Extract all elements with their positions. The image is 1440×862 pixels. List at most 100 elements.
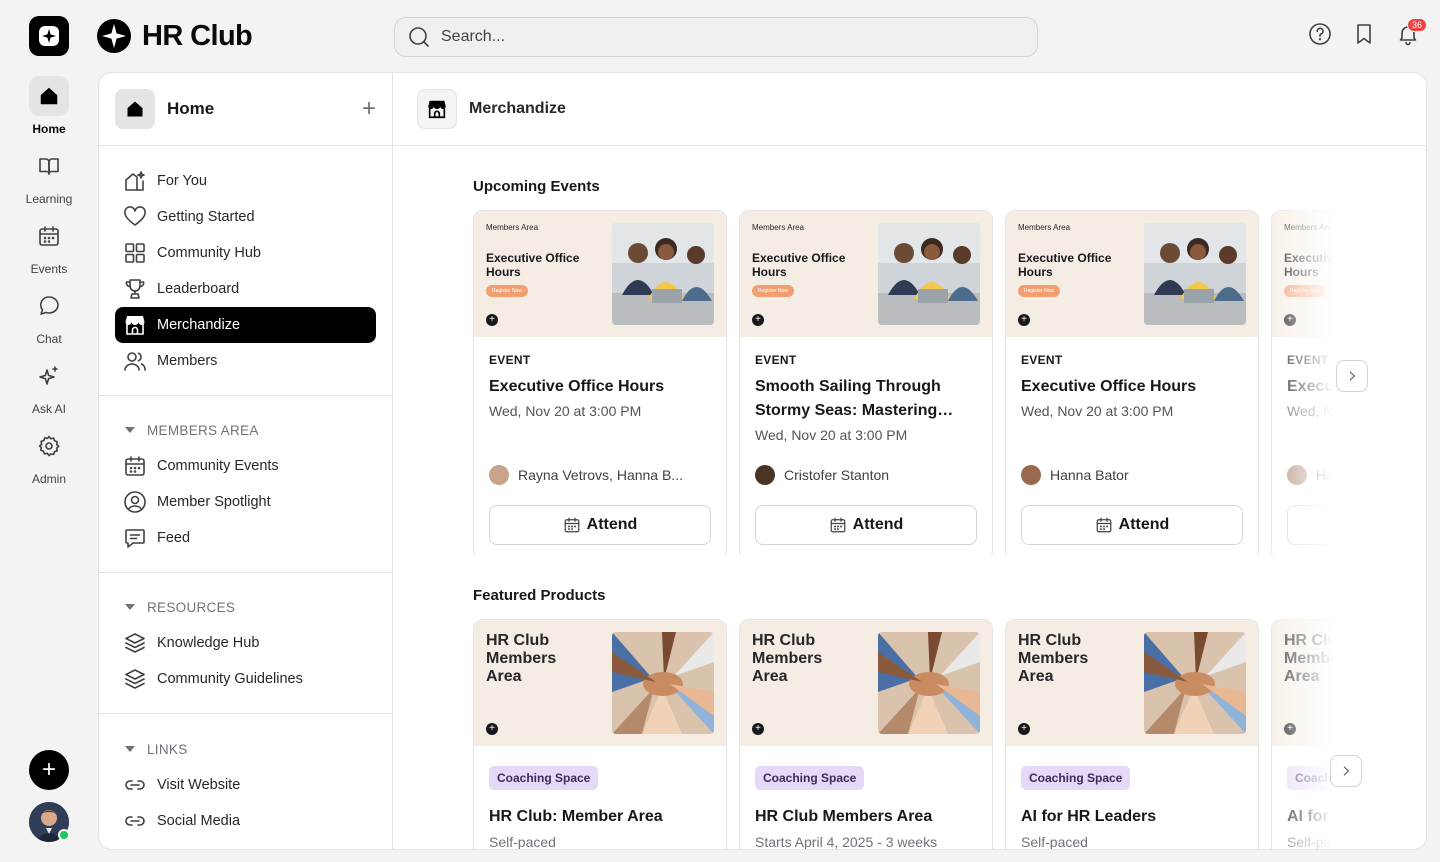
event-card[interactable]: Members Area Executive Office Hours Regist… [473,210,727,555]
event-title[interactable]: Smooth Sailing Through Stormy Seas: Mast… [755,375,977,423]
plus-icon: + [486,314,498,326]
rail-item-events[interactable]: Events [0,216,98,276]
sidebar-item-members[interactable]: Members [115,343,376,379]
host-avatar [489,465,509,485]
product-subtitle: Starts April 4, 2025 - 3 weeks [755,834,938,850]
products-next-button[interactable] [1330,755,1362,787]
event-title[interactable]: Executive Office Hours [489,375,711,399]
sparkle-home-icon [125,171,145,191]
app-logo[interactable] [29,16,69,56]
event-hosts: Hanna Bator [1021,465,1243,485]
sidebar-item-knowledge-hub[interactable]: Knowledge Hub [115,625,376,661]
rail-item-chat[interactable]: Chat [0,286,98,346]
product-card[interactable]: HR Club Members Area+Coaching SpaceAI fo… [1271,619,1347,850]
help-icon [1309,23,1331,45]
banner-photo [612,223,714,325]
sidebar-item-merchandize[interactable]: Merchandize [115,307,376,343]
attend-button[interactable]: Attend [1287,505,1347,545]
banner-title: Executive Office Hours [1018,251,1112,279]
events-next-button[interactable] [1336,360,1368,392]
link-icon [125,780,145,790]
product-name[interactable]: AI for HR Leaders [1287,808,1347,826]
message-icon [125,529,145,548]
event-body: EVENT Executive Office Hours Wed, Nov 20 a… [474,337,726,555]
product-name[interactable]: HR Club: Member Area [489,808,711,826]
plus-icon: + [1284,723,1296,735]
sidebar-item-community-events[interactable]: Community Events [115,448,376,484]
banner-label: Members Area [1018,223,1071,232]
event-type: EVENT [755,353,797,367]
sidebar-item-label: Merchandize [157,317,241,333]
plus-icon: + [41,756,56,783]
rail-label: Chat [36,332,62,346]
product-tag: Coaching Space [755,766,865,790]
sidebar-header: Home + [99,73,392,146]
create-button[interactable]: + [29,750,69,790]
bookmark-icon [1357,24,1371,44]
plus-icon: + [1018,723,1030,735]
product-name[interactable]: AI for HR Leaders [1021,808,1243,826]
sidebar-item-for-you[interactable]: For You [115,163,376,199]
attend-button[interactable]: Attend [1021,505,1243,545]
event-date: Wed, Nov 20 at 3:00 PM [755,427,908,443]
banner-photo [878,632,980,734]
meeting-photo [612,223,714,325]
attend-button[interactable]: Attend [489,505,711,545]
bookmarks-button[interactable] [1352,22,1376,46]
plus-icon: + [486,723,498,735]
search-bar[interactable] [394,17,1038,57]
sidebar-item-member-spotlight[interactable]: Member Spotlight [115,484,376,520]
sidebar-item-label: Community Hub [157,245,261,261]
rail-item-admin[interactable]: Admin [0,426,98,486]
group-toggle[interactable]: RESOURCES [115,589,376,625]
banner-label: Members Area [486,223,539,232]
sidebar-item-community-hub[interactable]: Community Hub [115,235,376,271]
attend-label: Attend [586,516,638,533]
rail-item-home[interactable]: Home [0,76,98,136]
sidebar-item-feed[interactable]: Feed [115,520,376,556]
rail-label: Home [32,122,66,136]
event-hosts: Hanna Bator [1287,465,1347,485]
group-toggle[interactable]: LINKS [115,731,376,767]
group-title: LINKS [147,741,188,757]
notifications-button[interactable]: 36 [1396,18,1427,46]
banner-label: Members Area [1284,223,1337,232]
rail-item-ask-ai[interactable]: Ask AI [0,356,98,416]
event-banner: Members Area Executive Office Hours Regist… [1006,211,1258,337]
banner-title: HR Club Members Area [1284,632,1347,685]
sidebar-group-resources: RESOURCES Knowledge Hub Community Guidel… [99,573,392,714]
layers-icon [125,669,145,689]
product-body: Coaching Space AI for HR Leaders Self-pace… [1006,746,1258,849]
event-card[interactable]: Members Area Executive Office Hours Regist… [739,210,993,555]
product-name[interactable]: HR Club Members Area [755,808,977,826]
group-toggle[interactable]: MEMBERS AREA [115,412,376,448]
sidebar-title: Home [167,99,215,118]
sidebar-item-getting-started[interactable]: Getting Started [115,199,376,235]
product-subtitle: Self-paced [1287,834,1347,850]
product-card[interactable]: HR Club Members Area+Coaching SpaceAI fo… [1005,619,1259,849]
sidebar-item-leaderboard[interactable]: Leaderboard [115,271,376,307]
event-title[interactable]: Executive Office Hours [1021,375,1243,399]
rail-label: Events [30,262,68,276]
sidebar-item-social-media[interactable]: Social Media [115,803,376,839]
help-button[interactable] [1308,22,1332,46]
sidebar-item-community-guidelines[interactable]: Community Guidelines [115,661,376,697]
users-icon [124,352,146,371]
event-card[interactable]: Members Area Executive Office Hours Regist… [1005,210,1259,555]
featured-products-title: Featured Products [473,587,606,604]
sidebar-item-label: Community Events [157,458,279,474]
brand[interactable]: HR Club [96,18,253,54]
attend-button[interactable]: Attend [755,505,977,545]
add-space-button[interactable]: + [362,95,376,123]
sidebar-item-label: Community Guidelines [157,671,303,687]
search-input[interactable] [441,28,1001,46]
group-title: RESOURCES [147,599,236,615]
team-hands-photo [878,632,980,734]
rail-item-learning[interactable]: Learning [0,146,98,206]
product-card[interactable]: HR Club Members Area + Coaching Space HR Cl… [739,619,993,850]
sidebar-item-visit-website[interactable]: Visit Website [115,767,376,803]
sidebar-item-label: Leaderboard [157,281,240,297]
banner-register-button: Register Now [1018,285,1061,297]
product-card[interactable]: HR Club Members Area + Coaching Space HR Cl… [473,619,727,849]
event-banner: Members Area Executive Office Hours Regist… [474,211,726,337]
